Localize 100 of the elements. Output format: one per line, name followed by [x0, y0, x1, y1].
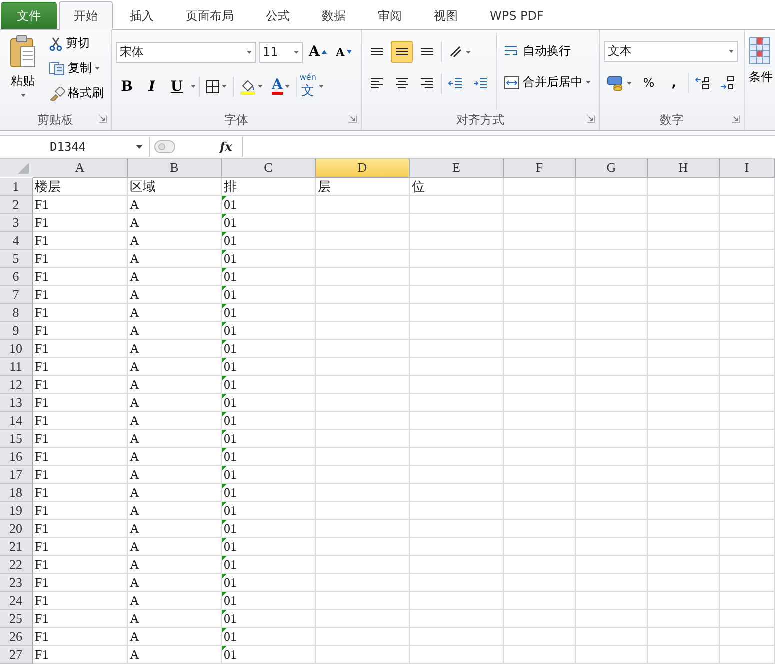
table-cell: 01	[222, 574, 316, 592]
underline-button[interactable]: U	[166, 76, 188, 98]
table-cell	[648, 268, 720, 286]
alignment-button[interactable]	[391, 41, 413, 63]
row-header[interactable]: 25	[0, 610, 33, 628]
dialog-launcher-icon[interactable]	[349, 115, 357, 123]
phonetic-guide-button[interactable]: wén 文	[300, 73, 316, 100]
column-header[interactable]: D	[316, 159, 410, 178]
table-cell	[576, 214, 648, 232]
row-header[interactable]: 26	[0, 628, 33, 646]
table-cell: A	[128, 628, 222, 646]
row-header[interactable]: 23	[0, 574, 33, 592]
insert-function-button[interactable]: fx	[220, 140, 238, 154]
row-header[interactable]: 27	[0, 646, 33, 664]
copy-button[interactable]: 复制	[46, 58, 107, 79]
table-cell: 01	[222, 376, 316, 394]
table-cell	[720, 214, 775, 232]
row-header[interactable]: 24	[0, 592, 33, 610]
bold-button[interactable]: B	[116, 76, 138, 98]
font-size-field[interactable]: 11	[259, 42, 303, 62]
table-cell	[648, 250, 720, 268]
column-header[interactable]: E	[410, 159, 504, 178]
table-cell	[720, 232, 775, 250]
ribbon-tab[interactable]: 插入	[115, 2, 169, 29]
table-cell	[648, 376, 720, 394]
number-format-field[interactable]: 文本	[604, 41, 738, 62]
ribbon-tab[interactable]: WPS PDF	[475, 2, 559, 29]
dialog-launcher-icon[interactable]	[587, 115, 595, 123]
row-header[interactable]: 6	[0, 268, 33, 286]
table-cell: 01	[222, 520, 316, 538]
table-cell	[648, 232, 720, 250]
row-header[interactable]: 7	[0, 286, 33, 304]
row-header[interactable]: 14	[0, 412, 33, 430]
column-header[interactable]: A	[33, 159, 128, 178]
table-cell	[576, 574, 648, 592]
column-header[interactable]: I	[720, 159, 775, 178]
table-cell: 01	[222, 340, 316, 358]
ribbon-tab[interactable]: 文件	[1, 2, 57, 29]
row-header[interactable]: 13	[0, 394, 33, 412]
column-header[interactable]: H	[648, 159, 720, 178]
row-header[interactable]: 2	[0, 196, 33, 214]
row-header[interactable]: 3	[0, 214, 33, 232]
table-cell	[720, 448, 775, 466]
row-header[interactable]: 18	[0, 484, 33, 502]
row-header[interactable]: 15	[0, 430, 33, 448]
table-cell	[576, 466, 648, 484]
table-cell: A	[128, 358, 222, 376]
paste-button[interactable]: 粘贴	[4, 33, 42, 110]
table-cell: F1	[33, 340, 128, 358]
ribbon-tab[interactable]: 数据	[307, 2, 361, 29]
column-header[interactable]: F	[504, 159, 576, 178]
row-header[interactable]: 21	[0, 538, 33, 556]
font-name-field[interactable]: 宋体	[116, 42, 256, 62]
ribbon-tab[interactable]: 视图	[419, 2, 473, 29]
table-cell: 01	[222, 628, 316, 646]
row-header[interactable]: 19	[0, 502, 33, 520]
row-header[interactable]: 20	[0, 520, 33, 538]
row-header[interactable]: 5	[0, 250, 33, 268]
column-header[interactable]: C	[222, 159, 316, 178]
align-top-icon	[370, 48, 384, 56]
shrink-font-button[interactable]: A	[332, 41, 355, 63]
table-cell	[576, 394, 648, 412]
align-middle-icon	[395, 48, 409, 56]
conditional-formatting-button[interactable]: 条件	[747, 33, 775, 110]
percent-button[interactable]: %	[638, 72, 660, 94]
font-color-button[interactable]: A	[269, 76, 293, 98]
table-cell	[648, 592, 720, 610]
row-header[interactable]: 17	[0, 466, 33, 484]
row-header[interactable]: 8	[0, 304, 33, 322]
ribbon-tab[interactable]: 页面布局	[171, 2, 249, 29]
format-painter-button[interactable]: 格式刷	[46, 83, 107, 104]
row-header[interactable]: 9	[0, 322, 33, 340]
ribbon-tab[interactable]: 开始	[59, 1, 113, 30]
row-header[interactable]: 10	[0, 340, 33, 358]
comma-button[interactable]: ,	[663, 72, 685, 94]
italic-button[interactable]: I	[141, 76, 163, 98]
select-all-icon	[0, 159, 33, 177]
row-header[interactable]: 22	[0, 556, 33, 574]
table-cell	[648, 502, 720, 520]
name-box[interactable]: D1344	[0, 137, 150, 157]
column-header[interactable]: G	[576, 159, 648, 178]
row-header[interactable]: 11	[0, 358, 33, 376]
dialog-launcher-icon[interactable]	[732, 115, 740, 123]
cut-button[interactable]: 剪切	[46, 33, 107, 54]
dialog-launcher-icon[interactable]	[99, 115, 107, 123]
table-cell	[720, 412, 775, 430]
row-header[interactable]: 1	[0, 178, 33, 196]
wrap-text-button[interactable]: 自动换行	[501, 41, 594, 62]
ribbon-tab[interactable]: 公式	[251, 2, 305, 29]
table-cell	[576, 232, 648, 250]
ribbon-tab[interactable]: 审阅	[363, 2, 417, 29]
row-header[interactable]: 4	[0, 232, 33, 250]
table-cell	[648, 412, 720, 430]
caret-icon	[319, 85, 324, 88]
grow-font-button[interactable]: A	[306, 41, 330, 63]
row-header[interactable]: 16	[0, 448, 33, 466]
column-header[interactable]: B	[128, 159, 222, 178]
merge-center-button[interactable]: 合并后居中	[501, 72, 594, 93]
row-header[interactable]: 12	[0, 376, 33, 394]
table-cell	[576, 286, 648, 304]
